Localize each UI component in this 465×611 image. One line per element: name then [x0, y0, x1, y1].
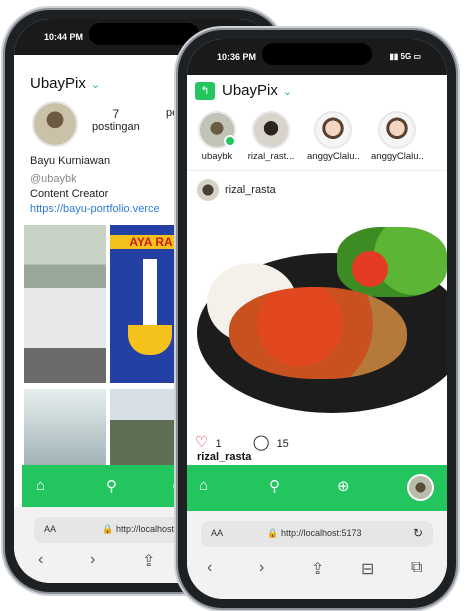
bookmarks-icon[interactable]: ⊟ [361, 559, 374, 579]
story-avatar [314, 111, 352, 149]
front-phone: 10:36 PM ▮▮ 5G ▭ ↰ UbayPix ⌄ ubaybk rizal… [178, 30, 456, 608]
signal-indicator: ▮▮ 5G ▭ [389, 52, 421, 61]
share-icon[interactable]: ⇪ [142, 551, 155, 571]
status-time: 10:44 PM [44, 32, 84, 42]
chevron-down-icon: ⌄ [282, 86, 293, 98]
post-actions: ♡ 1 ◯ 15 [195, 433, 289, 451]
lock-icon: 🔒 [267, 528, 279, 538]
emblem-base [128, 325, 172, 355]
comment-count: 15 [276, 438, 289, 450]
profile-avatar[interactable] [32, 101, 78, 147]
app-title: UbayPix [222, 82, 278, 99]
status-time: 10:36 PM [217, 52, 257, 62]
forward-arrow-icon[interactable]: › [259, 559, 264, 577]
profile-handle: @ubaybk [30, 173, 77, 185]
fried-chicken-shape [229, 287, 407, 379]
story-item[interactable]: rizal_rast... [245, 111, 297, 162]
story-avatar [198, 111, 236, 149]
story-item[interactable]: ubaybk [191, 111, 243, 162]
url-text: http://localhost [116, 524, 175, 534]
story-item[interactable]: anggyClalu... [371, 111, 423, 162]
posts-count: 7 [112, 107, 120, 121]
text-size-icon[interactable]: AA [44, 524, 56, 534]
post-author-avatar[interactable] [197, 179, 219, 201]
home-icon[interactable]: ⌂ [199, 477, 208, 494]
followers-stat: pe [166, 107, 178, 119]
story-avatar [378, 111, 416, 149]
salad-shape [337, 227, 447, 297]
status-bar: 10:36 PM ▮▮ 5G ▭ [187, 39, 447, 75]
home-icon[interactable]: ⌂ [36, 477, 45, 494]
grid-post-indoor[interactable] [24, 389, 106, 467]
reload-icon[interactable]: ↻ [413, 526, 423, 540]
app-switcher[interactable]: UbayPix ⌄ [30, 75, 100, 92]
comment-icon[interactable]: ◯ [253, 434, 270, 451]
followers-label: pe [166, 107, 179, 119]
forward-arrow-icon[interactable]: › [90, 551, 95, 569]
network-type: 5G [400, 52, 412, 61]
heart-icon[interactable]: ♡ [195, 434, 208, 451]
back-arrow-button[interactable]: ↰ [195, 82, 215, 100]
stories-row: ubaybk rizal_rast... anggyClalu... anggy… [187, 111, 447, 171]
story-avatar [252, 111, 290, 149]
browser-toolbar: AA 🔒 http://localhost:5173 ↻ ‹ › ⇪ ⊟ ⧉ [187, 511, 447, 599]
url-text: http://localhost:5173 [281, 528, 362, 538]
address-bar[interactable]: AA 🔒 http://localhost:5173 ↻ [201, 521, 433, 547]
app-header: ↰ UbayPix ⌄ [187, 75, 447, 105]
post-image[interactable] [187, 213, 447, 425]
profile-link[interactable]: https://bayu-portfolio.verce [30, 203, 160, 215]
post-caption-user[interactable]: rizal_rasta [197, 451, 251, 463]
profile-avatar-icon[interactable] [407, 474, 434, 501]
search-icon[interactable]: ⚲ [106, 477, 117, 495]
profile-name: Bayu Kurniawan [30, 155, 111, 167]
online-badge [224, 135, 236, 147]
story-name: ubaybk [201, 151, 233, 162]
profile-bio: Content Creator [30, 188, 109, 200]
post-author-name[interactable]: rizal_rasta [225, 184, 276, 196]
grid-post-car[interactable] [24, 225, 106, 383]
share-icon[interactable]: ⇪ [311, 559, 324, 579]
story-name: anggyClalu... [371, 151, 423, 162]
app-switcher[interactable]: UbayPix ⌄ [222, 82, 292, 99]
lock-icon: 🔒 [102, 524, 114, 534]
tabs-icon[interactable]: ⧉ [411, 559, 422, 577]
posts-label: postingan [92, 121, 140, 133]
dynamic-island [89, 23, 199, 45]
like-count: 1 [215, 438, 222, 450]
bottom-nav: ⌂ ⚲ ⊕ [187, 465, 447, 511]
app-title: UbayPix [30, 75, 86, 92]
story-name: rizal_rast... [247, 151, 295, 162]
front-phone-screen: 10:36 PM ▮▮ 5G ▭ ↰ UbayPix ⌄ ubaybk rizal… [187, 39, 447, 599]
story-item[interactable]: anggyClalu... [307, 111, 359, 162]
text-size-icon[interactable]: AA [211, 528, 223, 538]
posts-stat: 7 postingan [92, 107, 140, 133]
dynamic-island [262, 43, 372, 65]
search-icon[interactable]: ⚲ [269, 477, 280, 495]
story-name: anggyClalu... [307, 151, 359, 162]
back-arrow-icon[interactable]: ‹ [207, 559, 212, 577]
add-post-icon[interactable]: ⊕ [337, 477, 350, 495]
chevron-down-icon: ⌄ [90, 79, 101, 91]
back-arrow-icon[interactable]: ‹ [38, 551, 43, 569]
